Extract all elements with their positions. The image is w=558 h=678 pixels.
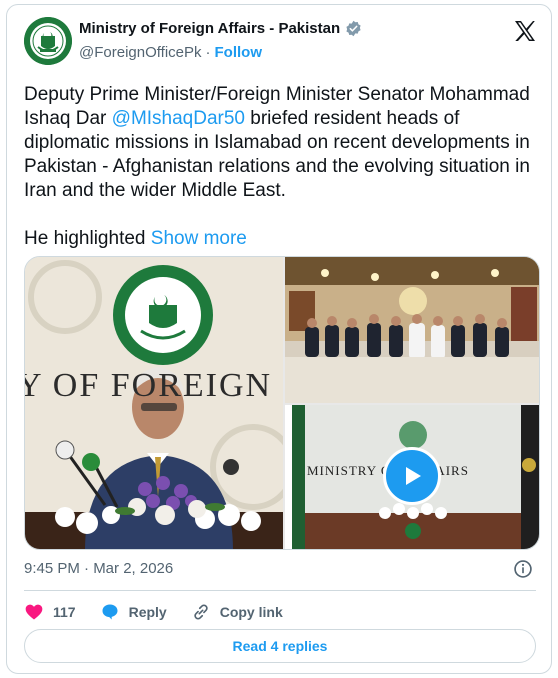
mention-link[interactable]: @MIshaqDar50 [112,108,245,129]
media-photo-podium[interactable]: Y OF FOREIGN [25,257,283,549]
copy-link-button[interactable]: Copy link [191,602,283,622]
podium-sign-text: Y OF FOREIGN [25,367,273,404]
verified-badge-icon [346,20,361,37]
link-icon [194,604,208,620]
media-photo-hall[interactable] [285,257,539,403]
tweet-text: Deputy Prime Minister/Foreign Minister S… [24,83,536,275]
x-logo-icon[interactable] [513,19,537,43]
tweet-paragraph-2: He highlighted Show more [24,227,536,251]
account-name[interactable]: Ministry of Foreign Affairs - Pakistan [79,20,340,37]
tweet-card: Ministry of Foreign Affairs - Pakistan @… [6,4,552,674]
hall-photo-illustration [285,257,539,403]
account-handle[interactable]: @ForeignOfficePk [79,44,202,61]
handle-row: @ForeignOfficePk · Follow [79,44,262,61]
reply-label: Reply [128,604,167,620]
media-grid: Y OF FOREIGN MINISTRY [24,256,540,550]
tweet-text-part: He highlighted [24,228,151,249]
tweet-actions: 117 Reply Copy link [24,597,283,627]
account-avatar[interactable] [24,17,72,65]
show-more-link[interactable]: Show more [151,228,247,249]
separator-dot: · [205,44,211,61]
pakistan-emblem-icon [24,17,72,65]
copy-link-label: Copy link [219,604,283,620]
reply-button[interactable]: Reply [100,602,167,622]
info-icon[interactable] [513,559,533,579]
like-count: 117 [53,604,76,620]
reply-bubble-icon [102,604,118,620]
play-button[interactable] [383,447,441,505]
media-video[interactable]: MINISTRY O N AFFAIRS [285,405,539,549]
read-replies-button[interactable]: Read 4 replies [24,629,536,663]
follow-button[interactable]: Follow [215,44,263,61]
account-name-row[interactable]: Ministry of Foreign Affairs - Pakistan [79,20,362,37]
tweet-timestamp[interactable]: 9:45 PM · Mar 2, 2026 [24,560,173,577]
like-button[interactable]: 117 [24,602,76,622]
play-icon [406,467,421,485]
heart-icon [25,604,43,620]
tweet-paragraph-1: Deputy Prime Minister/Foreign Minister S… [24,83,536,203]
divider [24,590,536,591]
